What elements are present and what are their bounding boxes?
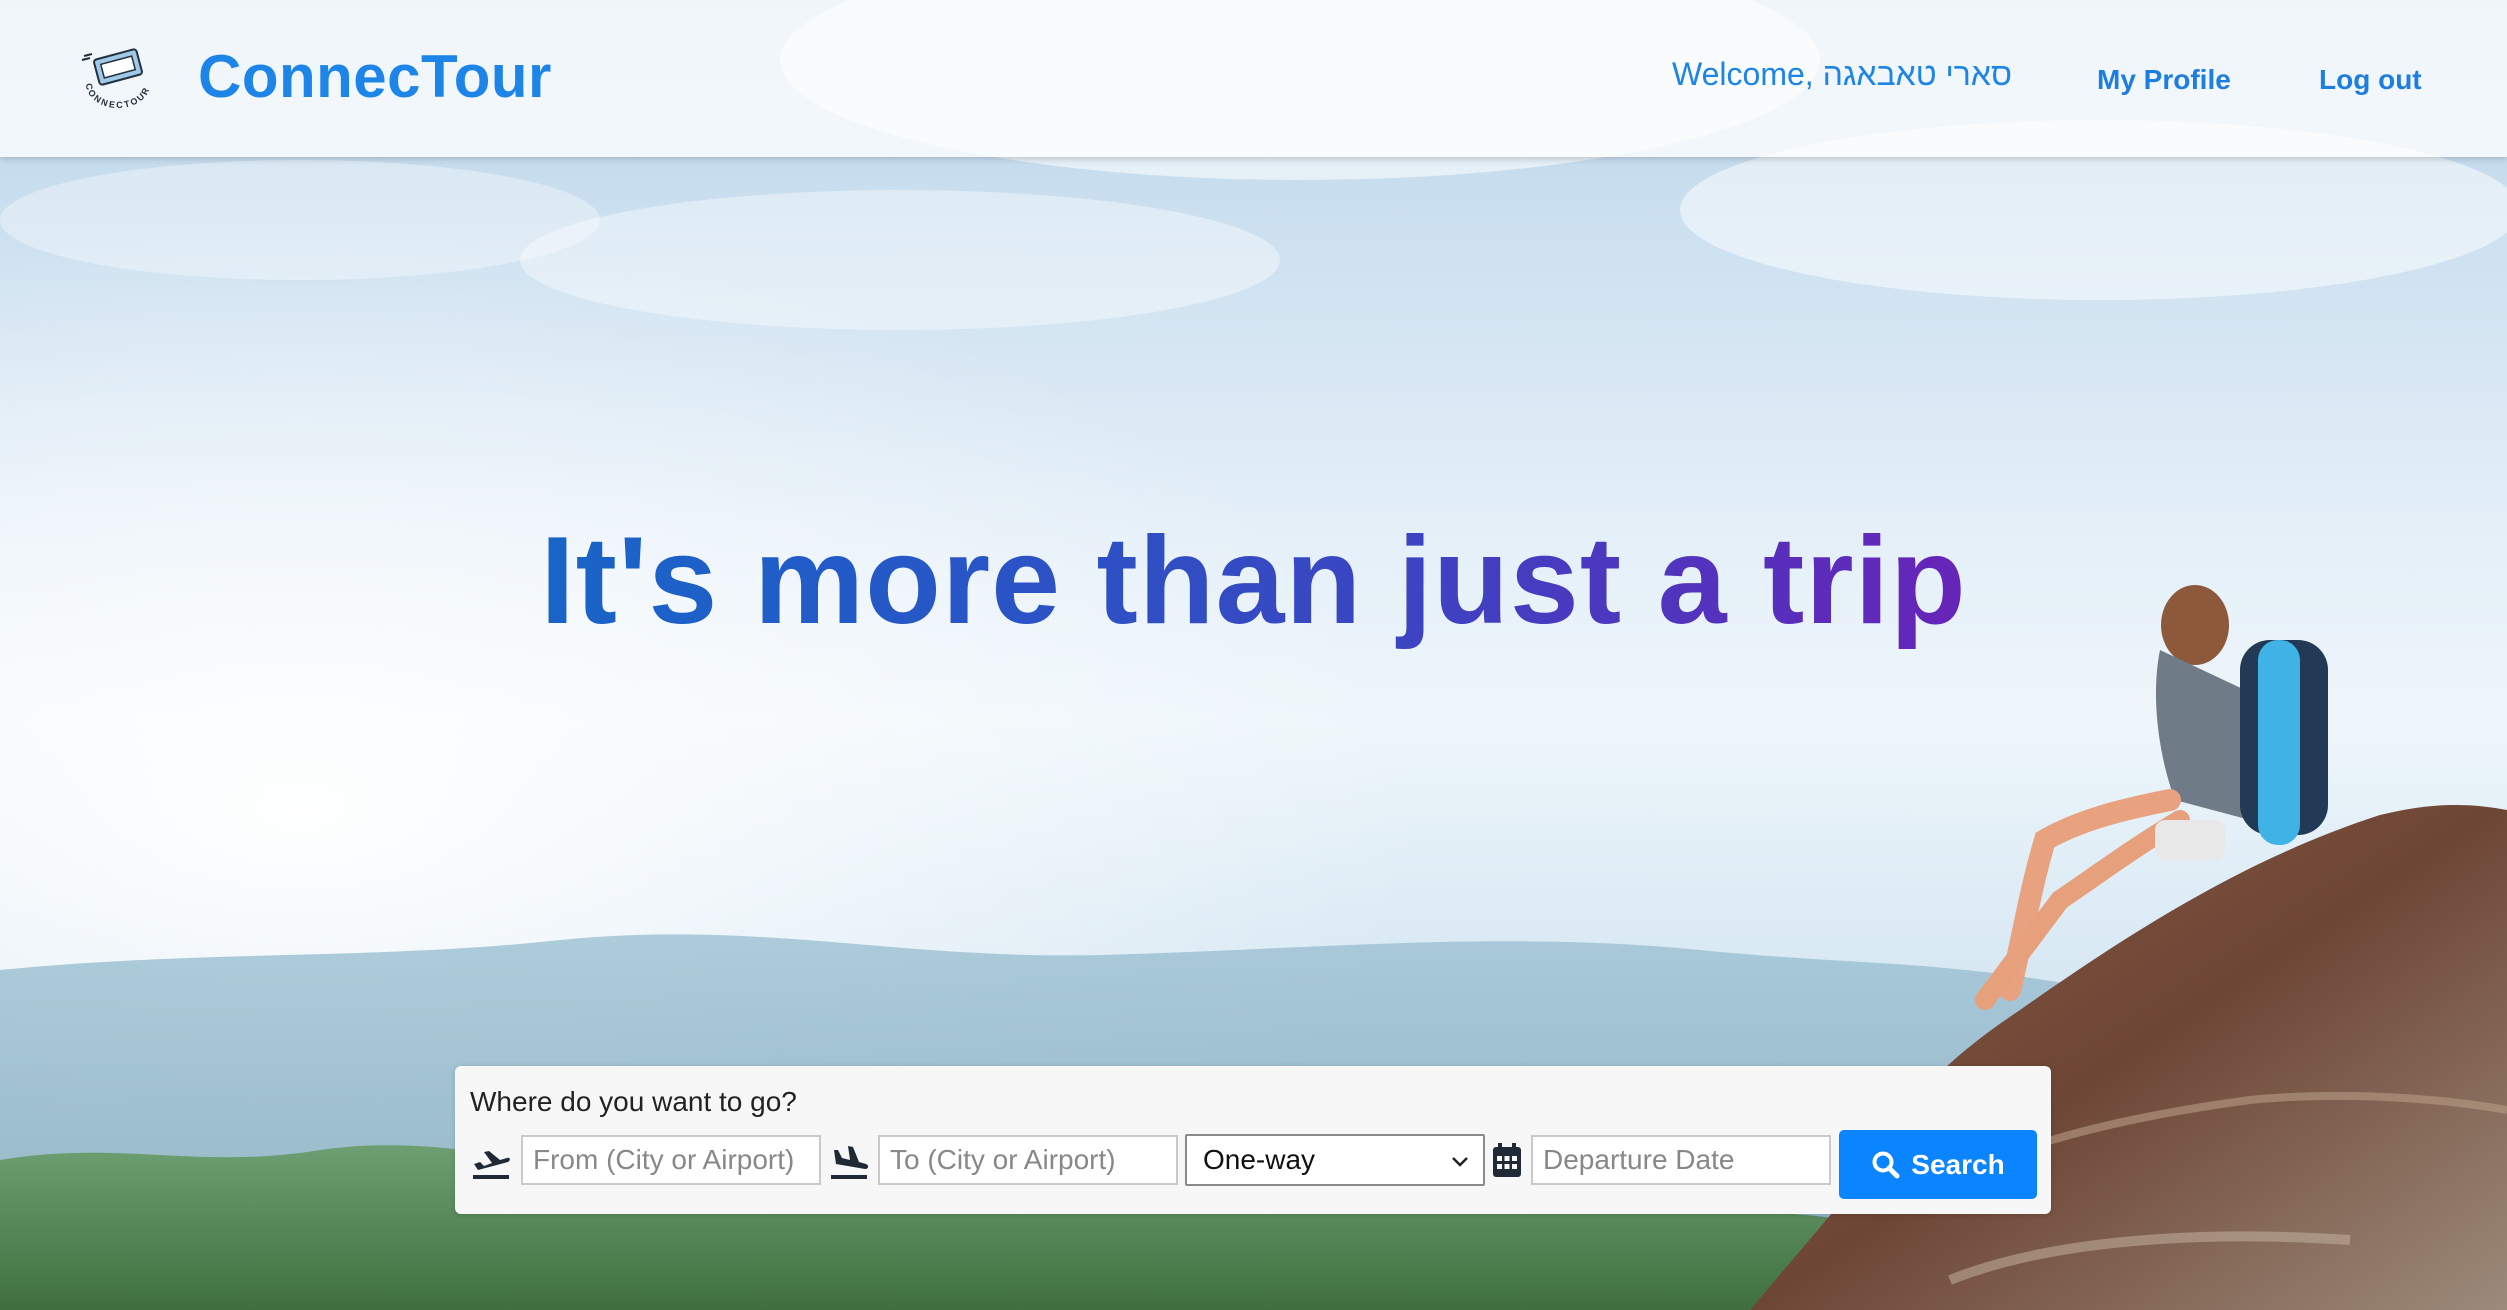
- trip-type-select[interactable]: One-way: [1185, 1134, 1485, 1186]
- departure-date-input[interactable]: Departure Date: [1531, 1135, 1831, 1185]
- trip-type-value: One-way: [1203, 1144, 1316, 1175]
- search-icon: [1872, 1151, 1900, 1178]
- chevron-down-icon: [1452, 1157, 1468, 1167]
- welcome-message: Welcome, סארי טאבאגה: [1672, 56, 2012, 92]
- brand-name[interactable]: ConnecTour: [198, 42, 552, 111]
- connectour-logo[interactable]: CONNECTOUR: [74, 40, 162, 115]
- calendar-icon: [1493, 1143, 1521, 1177]
- plane-takeoff-icon: [473, 1151, 510, 1179]
- search-button-label: Search: [1911, 1148, 2005, 1180]
- to-input[interactable]: To (City or Airport): [878, 1135, 1178, 1185]
- hero-headline: It's more than just a trip: [0, 510, 2507, 652]
- search-button[interactable]: Search: [1839, 1130, 2037, 1199]
- plane-landing-icon: [831, 1146, 869, 1179]
- svg-text:CONNECTOUR: CONNECTOUR: [84, 82, 152, 110]
- logo-emblem-icon: CONNECTOUR: [81, 48, 152, 110]
- log-out-link[interactable]: Log out: [2319, 64, 2422, 96]
- search-title: Where do you want to go?: [470, 1086, 797, 1117]
- my-profile-link[interactable]: My Profile: [2097, 64, 2231, 96]
- from-input[interactable]: From (City or Airport): [521, 1135, 821, 1185]
- top-navbar: CONNECTOUR ConnecTour Welcome, סארי טאבא…: [0, 0, 2507, 157]
- flight-search-panel: Where do you want to go? From (City or A…: [455, 1066, 2051, 1214]
